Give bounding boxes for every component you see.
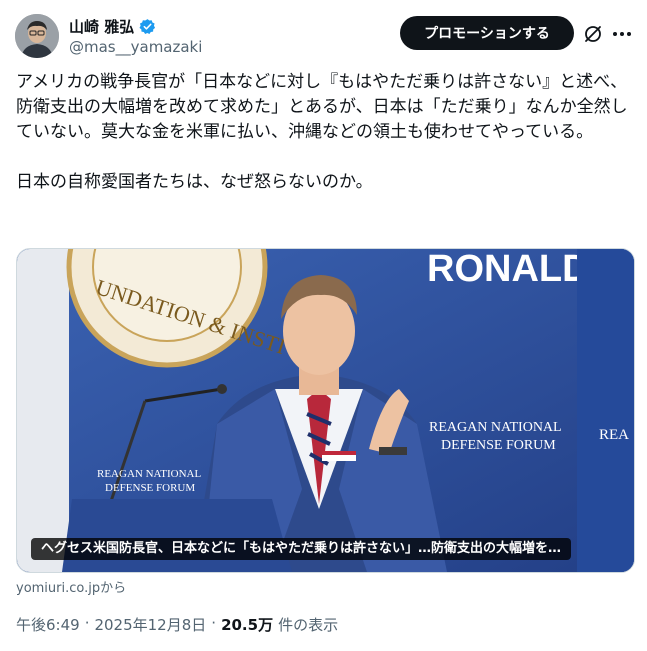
news-photo: UNDATION & INSTI RONALD REAGAN NATIONAL … [17, 249, 634, 572]
right-banner-line2: DEFENSE FORUM [441, 438, 556, 453]
podium-line1: REAGAN NATIONAL [97, 468, 201, 480]
media-caption[interactable]: ヘグセス米国防長官、日本などに「もはやただ乗りは許さない」…防衛支出の大幅増を… [31, 538, 572, 560]
author-handle[interactable]: @mas__yamazaki [69, 38, 202, 56]
tweet-date[interactable]: 2025年12月8日 [94, 614, 206, 635]
tweet-meta: 午後6:49 · 2025年12月8日 · 20.5万 件の表示 [16, 614, 338, 635]
avatar-image [15, 14, 59, 58]
views-count: 20.5万 [221, 616, 274, 634]
promote-button[interactable]: プロモーションする [400, 16, 574, 50]
meta-separator: · [84, 614, 90, 632]
banner-top-text: RONALD [427, 249, 590, 290]
more-dots-icon[interactable] [611, 24, 633, 44]
verified-badge-icon [139, 18, 156, 35]
source-link[interactable]: yomiuri.co.jpから [16, 577, 126, 596]
tweet-text: アメリカの戦争長官が「日本などに対し『もはやただ乗りは許さない』と述べ、防衛支出… [16, 72, 628, 192]
link-card-media[interactable]: UNDATION & INSTI RONALD REAGAN NATIONAL … [16, 248, 635, 573]
author-name-row: 山崎 雅弘 [69, 16, 156, 37]
tweet-time[interactable]: 午後6:49 [16, 614, 80, 635]
meta-separator: · [211, 614, 217, 632]
right-edge-text: REA [599, 427, 629, 443]
right-banner-line1: REAGAN NATIONAL [429, 420, 562, 435]
podium-line2: DEFENSE FORUM [105, 482, 195, 494]
author-avatar[interactable] [15, 14, 59, 58]
views-label: 件の表示 [278, 616, 339, 634]
grok-slash-icon[interactable] [583, 24, 603, 44]
author-display-name[interactable]: 山崎 雅弘 [69, 16, 134, 37]
